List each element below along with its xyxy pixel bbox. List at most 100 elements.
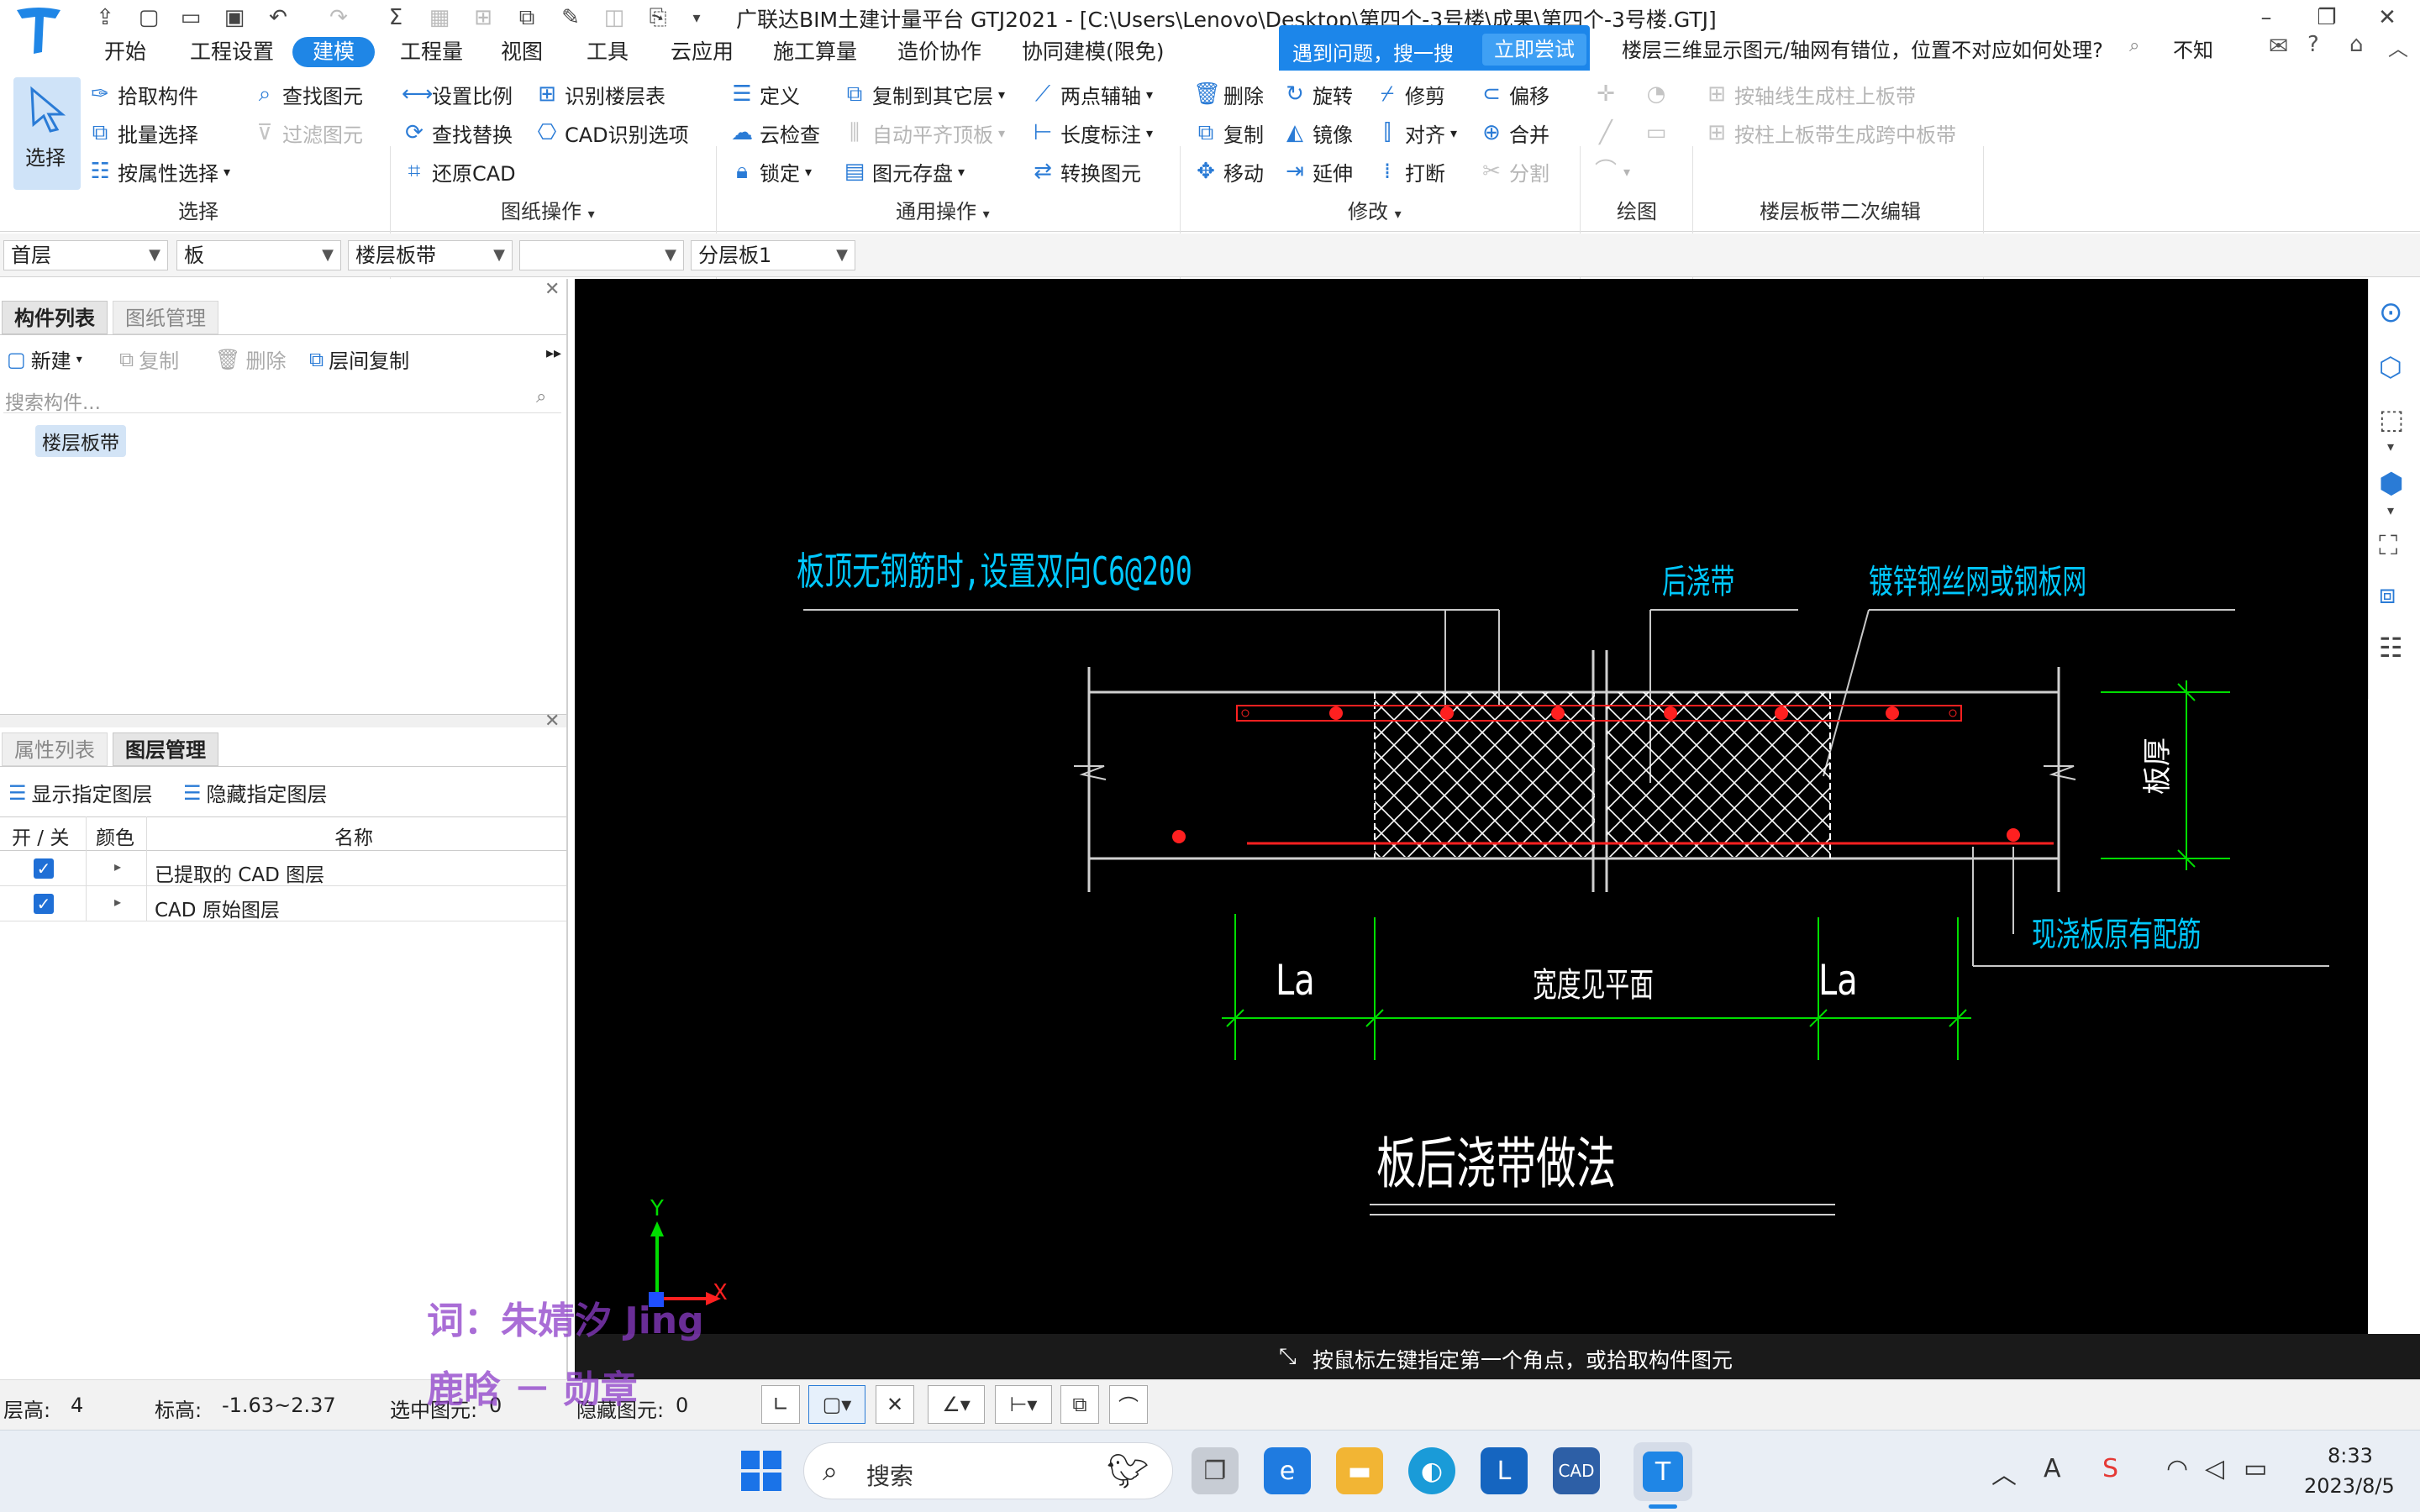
split-button[interactable]: ✂ 分割 [1479,155,1549,188]
tab-component-list[interactable]: 构件列表 [2,301,108,334]
lock-button[interactable]: 🔒︎ 锁定 ▾ [729,155,812,188]
menu-collab[interactable]: 协同建模(限免) [1022,37,1165,67]
chevron-up-icon[interactable]: ︿ [1991,1454,2017,1491]
fullscreen-icon[interactable]: ⛶ [2379,529,2397,562]
auto-align-slab-button[interactable]: ⫼ 自动平齐顶板 ▾ [842,116,1005,150]
align-button[interactable]: ⫿ 对齐 ▾ [1375,116,1457,150]
component-item[interactable]: 楼层板带 [35,425,126,457]
windows-start-icon[interactable] [739,1449,783,1493]
floor-select[interactable]: 首层 ▼ [3,240,168,270]
restore-icon[interactable]: ❐ [2312,3,2341,32]
task-view-icon[interactable]: ❐ [1192,1447,1239,1494]
3d-view-icon[interactable]: ⬡ [2379,351,2402,383]
copy-button[interactable]: ⧉ 复制 [1193,116,1264,150]
lenovo-app-icon[interactable]: L [1481,1447,1528,1494]
cloud-check-button[interactable]: ☁ 云检查 [729,116,820,150]
ortho-mode-button[interactable]: ∟ [761,1385,800,1424]
help-search-input[interactable]: 楼层三维显示图元/轴网有错位，位置不对应如何处理? [1622,34,2103,63]
menu-quantity[interactable]: 工程量 [400,37,463,67]
draw-rect-button[interactable]: ▭ [1644,116,1669,150]
delete-component-button[interactable]: 🗑︎ 删除 [215,344,286,374]
find-replace-button[interactable]: ⟳ 查找替换 [402,116,513,150]
cad-canvas[interactable]: 板顶无钢筋时,设置双向C6@200 后浇带 镀锌钢丝网或钢板网 现浇板原有配筋 … [575,279,2368,1334]
move-button[interactable]: ✥ 移动 [1193,155,1264,188]
edge-legacy-icon[interactable]: e [1264,1447,1311,1494]
menu-start[interactable]: 开始 [104,37,146,67]
quick-access-more-icon[interactable]: ▾ [682,3,711,32]
collapse-ribbon-icon[interactable]: ︿ [2388,32,2408,61]
layer-toggle-checkbox[interactable]: ✓ [34,858,54,879]
close-icon[interactable]: ✕ [544,279,560,300]
tab-layer-manage[interactable]: 图层管理 [113,732,218,766]
extend-button[interactable]: ⇥ 延伸 [1282,155,1353,188]
component-search-input[interactable]: 搜索构件... [3,383,561,414]
filter-element-button[interactable]: ⊽ 过滤图元 [252,116,363,150]
not-know-link[interactable]: 不知 [2173,34,2213,63]
file-explorer-icon[interactable]: ▬ [1336,1447,1383,1494]
find-element-button[interactable]: ⌕ 查找图元 [252,77,363,111]
menu-view[interactable]: 视图 [501,37,543,67]
pick-component-button[interactable]: ✑ 拾取构件 [87,77,198,111]
snap-mode-button[interactable]: ▢▾ [808,1385,865,1424]
edge-icon[interactable]: ◐ [1408,1447,1455,1494]
define-button[interactable]: ☰ 定义 [729,77,800,111]
box-view-icon[interactable]: ⧈ [2379,578,2396,611]
volume-icon[interactable]: ◁ [2205,1454,2224,1483]
battery-icon[interactable]: ▭ [2244,1454,2267,1483]
cad-viewer-icon[interactable]: CAD [1553,1447,1600,1494]
search-icon[interactable]: ⌕ [536,386,546,407]
solid-cube-icon[interactable]: ⬢ [2379,467,2404,501]
offset-button[interactable]: ⊂ 偏移 [1479,77,1549,111]
chevron-down-icon[interactable]: ▾ [2387,438,2394,454]
layout-icon[interactable]: ⧉ [513,3,541,32]
gen-column-strip-button[interactable]: ⊞ 按轴线生成柱上板带 [1704,77,1916,111]
try-now-button[interactable]: 立即尝试 [1482,34,1586,66]
copy-to-other-floor-button[interactable]: ⧉ 复制到其它层 ▾ [842,77,1005,111]
copy-between-floors-button[interactable]: ⧉ 层间复制 [309,344,409,374]
layer-toggle-checkbox[interactable]: ✓ [34,894,54,914]
search-icon[interactable]: ⌕ [2129,35,2139,56]
chevron-down-icon[interactable]: ▾ [2387,502,2394,518]
trim-button[interactable]: ⌿ 修剪 [1375,77,1445,111]
copy-component-button[interactable]: ⧉ 复制 [119,344,179,374]
expand-icon[interactable]: ▸ [114,894,121,910]
tab-drawing-manage[interactable]: 图纸管理 [113,301,218,334]
type-select[interactable]: 楼层板带 ▼ [348,240,513,270]
merge-button[interactable]: ⊕ 合并 [1479,116,1549,150]
hide-layer-button[interactable]: ☰ 隐藏指定图层 [183,778,328,807]
mirror-button[interactable]: ◭ 镜像 [1282,116,1353,150]
sogou-icon[interactable]: S [2102,1454,2118,1483]
cad-options-button[interactable]: ⎔ CAD识别选项 [534,116,689,150]
cross-select-button[interactable]: ✕ [876,1385,914,1424]
gen-middle-strip-button[interactable]: ⊞ 按柱上板带生成跨中板带 [1704,116,1956,150]
export-icon[interactable]: ⎘ [644,3,672,32]
restore-cad-button[interactable]: ⌗ 还原CAD [402,155,516,188]
pen-icon[interactable]: ✎ [556,3,585,32]
properties-view-icon[interactable]: ☷ [2379,632,2403,664]
minimize-icon[interactable]: – [2252,3,2281,32]
delete-button[interactable]: 🗑︎ 删除 [1193,77,1264,111]
ime-icon[interactable]: A [2044,1454,2061,1483]
set-scale-button[interactable]: ⟷ 设置比例 [402,77,513,111]
open-folder-icon[interactable]: ▭ [176,3,205,32]
cube-view-icon[interactable]: ⬚ [2379,403,2404,435]
shirt-icon[interactable]: ⌂ [2349,32,2364,57]
save-element-button[interactable]: ▤ 图元存盘 ▾ [842,155,965,188]
help-icon[interactable]: ? [2307,32,2319,57]
select-tool-button[interactable]: 选择 [13,77,81,190]
batch-select-button[interactable]: ⧉ 批量选择 [87,116,198,150]
new-button[interactable]: ▢ 新建 ▾ [7,344,82,374]
dimension-mode-button[interactable]: ⊢▾ [995,1385,1052,1424]
break-button[interactable]: ⁞ 打断 [1375,155,1445,188]
menu-tools[interactable]: 工具 [587,37,629,67]
taskbar-search-input[interactable]: ⌕ 搜索 🐦︎ [803,1442,1173,1499]
draw-arc-button[interactable]: ⌒ ▾ [1593,155,1630,188]
save-icon[interactable]: ▣ [220,3,249,32]
show-layer-button[interactable]: ☰ 显示指定图层 [8,778,153,807]
expand-icon[interactable]: ▸ [114,858,121,874]
menu-cloud[interactable]: 云应用 [671,37,734,67]
more-icon[interactable]: ▸▸ [546,344,561,362]
length-dimension-button[interactable]: ⊢ 长度标注 ▾ [1030,116,1153,150]
two-point-axis-button[interactable]: ⟋ 两点辅轴 ▾ [1030,77,1153,111]
convert-element-button[interactable]: ⇄ 转换图元 [1030,155,1141,188]
